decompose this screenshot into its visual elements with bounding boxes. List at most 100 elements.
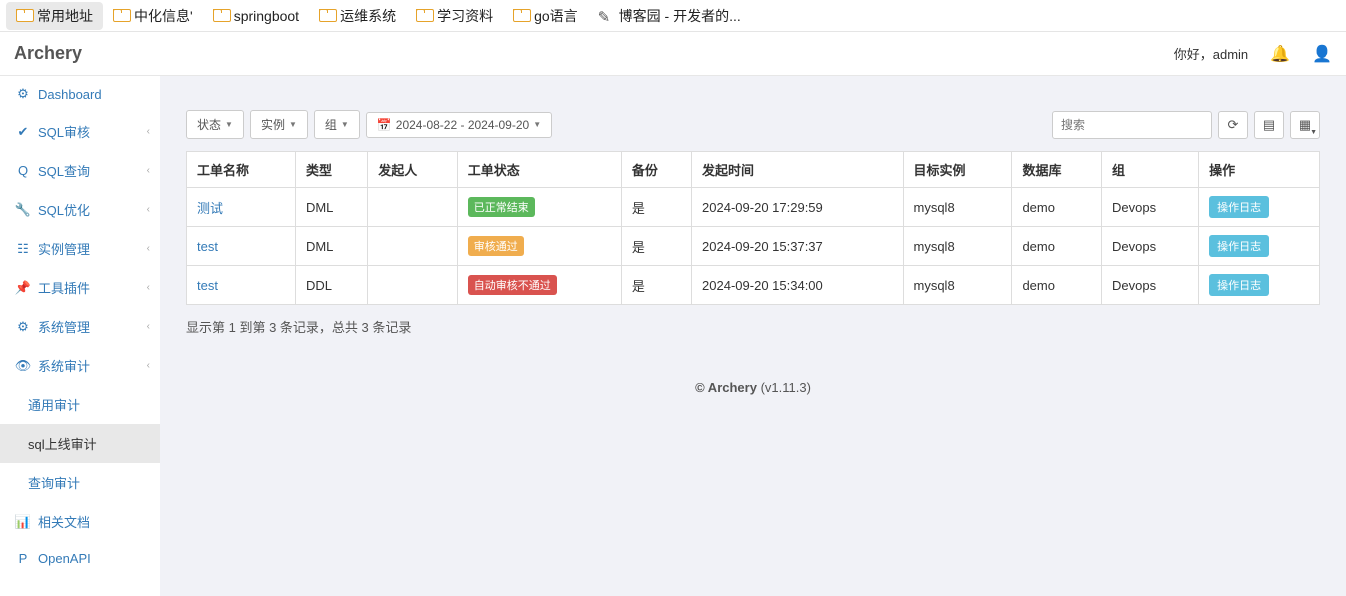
cell-user xyxy=(368,188,458,227)
cell-status: 自动审核不通过 xyxy=(457,266,621,305)
nav-sub-item[interactable]: 通用审计 xyxy=(0,385,160,424)
table-header[interactable]: 目标实例 xyxy=(903,152,1012,188)
nav-label: SQL查询 xyxy=(38,161,90,180)
nav-item[interactable]: 🔧SQL优化‹ xyxy=(0,190,160,229)
status-badge: 审核通过 xyxy=(468,236,524,256)
bookmark-label: go语言 xyxy=(534,6,578,26)
cell-instance: mysql8 xyxy=(903,227,1012,266)
bookmark-item[interactable]: ✎博客园 - 开发者的... xyxy=(588,2,751,30)
nav-label: 工具插件 xyxy=(38,278,90,297)
sidebar: ⚙Dashboard✔SQL审核‹QSQL查询‹🔧SQL优化‹☷实例管理‹📌工具… xyxy=(0,76,160,596)
bookmark-label: 常用地址 xyxy=(37,6,93,26)
nav-item[interactable]: 📌 工具插件 ‹ xyxy=(0,268,160,307)
chevron-icon: ‹ xyxy=(147,282,150,293)
chevron-icon: ‹ xyxy=(147,321,150,332)
bookmark-item[interactable]: 运维系统 xyxy=(309,2,406,30)
table-header[interactable]: 发起时间 xyxy=(692,152,903,188)
cell-backup: 是 xyxy=(621,266,691,305)
nav-label: 实例管理 xyxy=(38,239,90,258)
columns-button[interactable]: ▦▼ xyxy=(1290,111,1320,139)
table-header[interactable]: 操作 xyxy=(1199,152,1320,188)
p-icon: P xyxy=(14,551,32,566)
refresh-icon: ⟳ xyxy=(1228,117,1239,133)
search-input[interactable] xyxy=(1052,111,1212,139)
cell-db: demo xyxy=(1012,227,1102,266)
status-filter-button[interactable]: 状态▼ xyxy=(186,110,244,139)
bars-icon: 📊 xyxy=(14,514,32,530)
cell-group: Devops xyxy=(1101,266,1198,305)
cell-status: 审核通过 xyxy=(457,227,621,266)
nav-label: 系统管理 xyxy=(38,317,90,336)
cell-type: DML xyxy=(295,227,367,266)
table-row: testDML审核通过是2024-09-20 15:37:37mysql8dem… xyxy=(187,227,1320,266)
nav-label: 系统审计 xyxy=(38,356,90,375)
bookmark-item[interactable]: springboot xyxy=(203,4,309,28)
status-badge: 已正常结束 xyxy=(468,197,535,217)
bookmark-item[interactable]: 学习资料 xyxy=(406,2,503,30)
nav-item[interactable]: QSQL查询‹ xyxy=(0,151,160,190)
nav-item[interactable]: ✔SQL审核‹ xyxy=(0,112,160,151)
nav-item[interactable]: P OpenAPI xyxy=(0,541,160,576)
op-log-button[interactable]: 操作日志 xyxy=(1209,196,1269,218)
cell-instance: mysql8 xyxy=(903,188,1012,227)
dashboard-icon: ⚙ xyxy=(14,86,32,102)
table-header[interactable]: 组 xyxy=(1101,152,1198,188)
cell-time: 2024-09-20 15:37:37 xyxy=(692,227,903,266)
table-header[interactable]: 数据库 xyxy=(1012,152,1102,188)
cell-time: 2024-09-20 17:29:59 xyxy=(692,188,903,227)
nav-sub-item[interactable]: sql上线审计 xyxy=(0,424,160,463)
table-header[interactable]: 备份 xyxy=(621,152,691,188)
order-name-link[interactable]: test xyxy=(197,239,218,254)
search-icon: Q xyxy=(14,163,32,178)
table-row: testDDL自动审核不通过是2024-09-20 15:34:00mysql8… xyxy=(187,266,1320,305)
list-icon: ☷ xyxy=(14,241,32,257)
cell-op: 操作日志 xyxy=(1199,266,1320,305)
toggle-button[interactable]: ▤ xyxy=(1254,111,1284,139)
order-name-link[interactable]: test xyxy=(197,278,218,293)
nav-sub-item[interactable]: 查询审计 xyxy=(0,463,160,502)
table-header[interactable]: 类型 xyxy=(295,152,367,188)
greeting-text[interactable]: 你好，admin xyxy=(1174,44,1248,63)
nav-item[interactable]: 📊相关文档 xyxy=(0,502,160,541)
footer-version: (v1.11.3) xyxy=(757,380,811,395)
edit-icon: ✎ xyxy=(598,8,614,24)
table-row: 测试DML已正常结束是2024-09-20 17:29:59mysql8demo… xyxy=(187,188,1320,227)
nav-item[interactable]: ☷ 实例管理 ‹ xyxy=(0,229,160,268)
table-header[interactable]: 工单状态 xyxy=(457,152,621,188)
bookmark-label: 运维系统 xyxy=(340,6,396,26)
bookmark-item[interactable]: 常用地址 xyxy=(6,2,103,30)
op-log-button[interactable]: 操作日志 xyxy=(1209,235,1269,257)
table-header[interactable]: 工单名称 xyxy=(187,152,296,188)
brand-title: Archery xyxy=(14,43,82,64)
instance-filter-button[interactable]: 实例▼ xyxy=(250,110,308,139)
cogs-icon: ⚙ xyxy=(14,319,32,335)
bookmark-item[interactable]: 中化信息' xyxy=(103,2,203,30)
table-header[interactable]: 发起人 xyxy=(368,152,458,188)
group-filter-button[interactable]: 组▼ xyxy=(314,110,360,139)
footer-brand: © Archery xyxy=(695,380,757,395)
nav-label: SQL审核 xyxy=(38,122,90,141)
cell-group: Devops xyxy=(1101,227,1198,266)
date-range-button[interactable]: 📅2024-08-22 - 2024-09-20▼ xyxy=(366,112,552,138)
order-name-link[interactable]: 测试 xyxy=(197,201,223,216)
bookmark-item[interactable]: go语言 xyxy=(503,2,588,30)
toolbar-right: ⟳ ▤ ▦▼ xyxy=(1052,111,1320,139)
nav-item[interactable]: 👁系统审计‹ xyxy=(0,346,160,385)
nav-item[interactable]: ⚙ 系统管理 ‹ xyxy=(0,307,160,346)
top-right: 你好，admin 🔔 👤 xyxy=(1174,44,1332,64)
chevron-icon: ‹ xyxy=(147,204,150,215)
chevron-icon: ‹ xyxy=(147,243,150,254)
bell-icon[interactable]: 🔔 xyxy=(1270,44,1290,64)
calendar-icon: 📅 xyxy=(377,118,392,132)
cell-name: 测试 xyxy=(187,188,296,227)
nav-item[interactable]: ⚙ Dashboard xyxy=(0,76,160,112)
nav-label: Dashboard xyxy=(38,87,102,102)
op-log-button[interactable]: 操作日志 xyxy=(1209,274,1269,296)
cell-op: 操作日志 xyxy=(1199,188,1320,227)
user-icon[interactable]: 👤 xyxy=(1312,44,1332,64)
cell-group: Devops xyxy=(1101,188,1198,227)
pin-icon: 📌 xyxy=(14,280,32,296)
bookmark-label: 中化信息' xyxy=(134,6,193,26)
refresh-button[interactable]: ⟳ xyxy=(1218,111,1248,139)
nav-label: OpenAPI xyxy=(38,551,91,566)
